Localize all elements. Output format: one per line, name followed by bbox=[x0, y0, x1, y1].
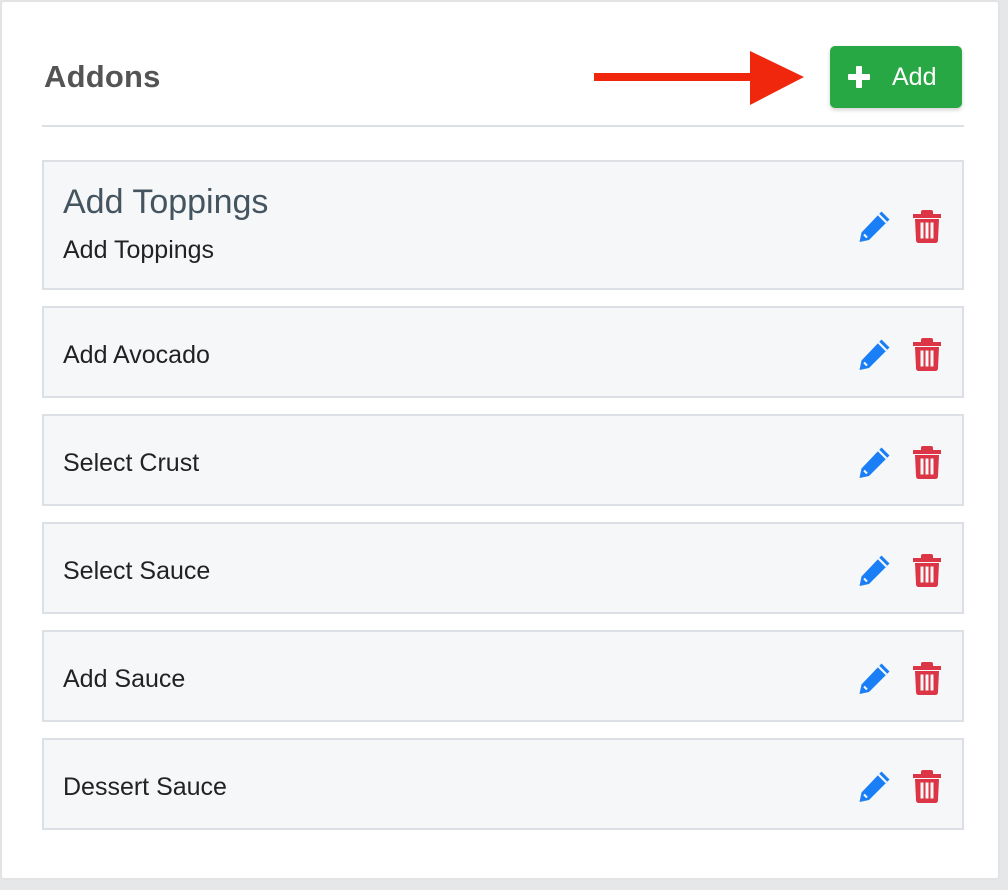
pencil-icon[interactable] bbox=[856, 443, 894, 481]
pencil-icon[interactable] bbox=[856, 551, 894, 589]
page-title: Addons bbox=[44, 59, 161, 94]
red-arrow-icon bbox=[594, 51, 804, 105]
addons-header: Addons Add bbox=[42, 42, 964, 127]
trash-icon[interactable] bbox=[908, 659, 946, 697]
trash-icon[interactable] bbox=[908, 335, 946, 373]
addon-item: Add Toppings Add Toppings bbox=[42, 160, 964, 290]
addons-panel: Addons Add Add Toppings Add Toppings Add… bbox=[0, 0, 1000, 880]
addon-label: Dessert Sauce bbox=[63, 773, 227, 801]
addon-item: Select Sauce bbox=[42, 522, 964, 614]
pencil-icon[interactable] bbox=[856, 767, 894, 805]
add-button-label: Add bbox=[892, 63, 937, 91]
addon-subtitle: Add Toppings bbox=[63, 236, 215, 264]
plus-icon bbox=[848, 66, 870, 88]
pencil-icon[interactable] bbox=[856, 659, 894, 697]
addon-label: Add Avocado bbox=[63, 341, 210, 369]
addon-item: Add Avocado bbox=[42, 306, 964, 398]
addon-label: Select Sauce bbox=[63, 557, 211, 585]
trash-icon[interactable] bbox=[908, 443, 946, 481]
trash-icon[interactable] bbox=[908, 207, 946, 245]
addon-item: Dessert Sauce bbox=[42, 738, 964, 830]
addon-label: Select Crust bbox=[63, 449, 200, 477]
pencil-icon[interactable] bbox=[856, 335, 894, 373]
pencil-icon[interactable] bbox=[856, 207, 894, 245]
addon-title: Add Toppings bbox=[63, 183, 269, 221]
trash-icon[interactable] bbox=[908, 551, 946, 589]
add-addon-button[interactable]: Add bbox=[830, 46, 962, 108]
addon-item: Add Sauce bbox=[42, 630, 964, 722]
trash-icon[interactable] bbox=[908, 767, 946, 805]
addon-item: Select Crust bbox=[42, 414, 964, 506]
addon-label: Add Sauce bbox=[63, 665, 186, 693]
